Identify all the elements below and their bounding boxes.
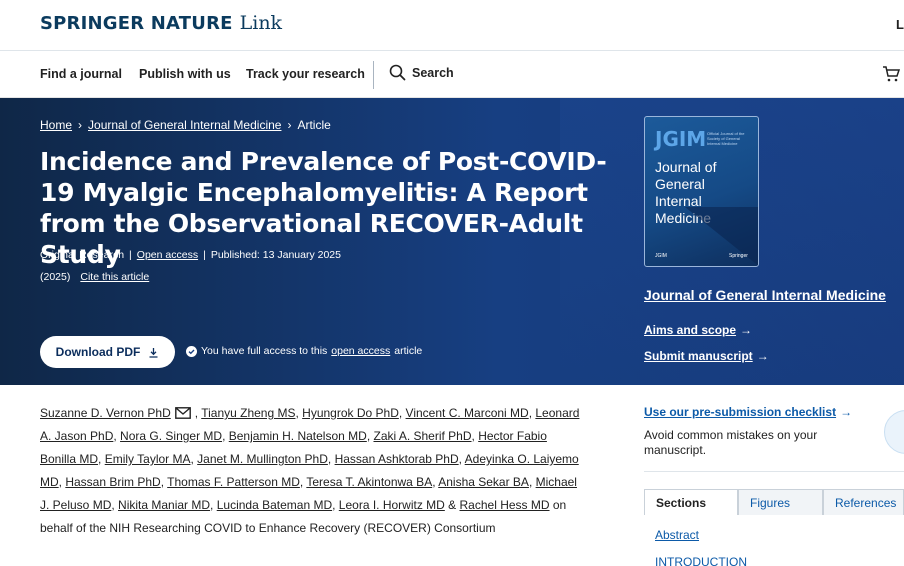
submit-manuscript-link[interactable]: Submit manuscript →: [644, 349, 769, 363]
author-link[interactable]: Teresa T. Akintonwa BA: [306, 475, 432, 489]
chevron-right-icon: ›: [287, 118, 292, 132]
access-note-post: article: [394, 345, 423, 357]
section-link-abstract[interactable]: Abstract: [655, 528, 699, 542]
checklist-illustration-icon: [884, 410, 904, 454]
main-nav: Find a journal Publish with us Track you…: [0, 51, 904, 98]
author-link[interactable]: Hassan Brim PhD: [65, 475, 160, 489]
brand-link-text: Link: [239, 12, 283, 34]
journal-name-link[interactable]: Journal of General Internal Medicine: [644, 287, 886, 303]
checklist-label: Use our pre-submission checklist: [644, 405, 837, 419]
cart-button[interactable]: [882, 65, 901, 88]
cover-abbrev: JGIM: [655, 127, 707, 151]
author-link[interactable]: Vincent C. Marconi MD: [406, 406, 529, 420]
chevron-right-icon: ›: [78, 118, 83, 132]
cover-publisher: Springer: [729, 253, 748, 259]
download-pdf-button[interactable]: Download PDF: [40, 336, 175, 368]
author-link[interactable]: Zaki A. Sherif PhD: [373, 429, 471, 443]
published-date: Published: 13 January 2025: [210, 249, 341, 261]
nav-track-research[interactable]: Track your research: [246, 67, 365, 81]
tab-sections[interactable]: Sections: [644, 489, 738, 515]
article-year: (2025): [40, 271, 71, 283]
download-icon: [149, 347, 158, 358]
journal-cover[interactable]: JGIM Official Journal of the Society of …: [644, 116, 759, 267]
download-pdf-label: Download PDF: [55, 345, 141, 359]
brand-name: SPRINGER NATURE: [40, 13, 233, 34]
tab-references[interactable]: References: [823, 489, 904, 515]
author-link[interactable]: Lucinda Bateman MD: [217, 498, 332, 512]
author-link[interactable]: Janet M. Mullington PhD: [197, 452, 328, 466]
nav-find-journal[interactable]: Find a journal: [40, 67, 122, 81]
access-note-link[interactable]: open access: [331, 345, 390, 357]
meta-separator: |: [129, 249, 132, 261]
open-access-link[interactable]: Open access: [137, 249, 198, 261]
cart-icon: [883, 66, 901, 82]
login-link[interactable]: L: [896, 17, 904, 32]
nav-divider: [373, 61, 374, 89]
presubmission-checklist-link[interactable]: Use our pre-submission checklist →: [644, 405, 852, 419]
author-link[interactable]: Benjamin H. Natelson MD: [229, 429, 367, 443]
access-note-pre: You have full access to this: [201, 345, 328, 357]
breadcrumb-home[interactable]: Home: [40, 118, 72, 132]
author-list: Suzanne D. Vernon PhD, Tianyu Zheng MS, …: [40, 406, 580, 535]
cover-small-text: Official Journal of the Society of Gener…: [707, 131, 745, 146]
access-note: You have full access to this open access…: [186, 345, 422, 357]
author-link[interactable]: Anisha Sekar BA: [438, 475, 529, 489]
breadcrumb-journal[interactable]: Journal of General Internal Medicine: [88, 118, 281, 132]
sidebar-divider: [644, 471, 904, 472]
section-link-introduction[interactable]: INTRODUCTION: [655, 555, 747, 566]
author-link[interactable]: Suzanne D. Vernon PhD: [40, 406, 171, 420]
submit-manuscript-label: Submit manuscript: [644, 349, 753, 363]
breadcrumb: Home › Journal of General Internal Medic…: [40, 118, 331, 132]
arrow-right-icon: →: [840, 405, 853, 419]
article-meta-2: (2025) Cite this article: [40, 271, 149, 283]
author-link[interactable]: Hyungrok Do PhD: [302, 406, 399, 420]
author-link[interactable]: Nora G. Singer MD: [120, 429, 222, 443]
search-button[interactable]: Search: [389, 64, 454, 81]
search-label: Search: [412, 65, 454, 80]
search-icon: [389, 64, 406, 81]
arrow-right-icon: →: [740, 323, 753, 337]
author-link[interactable]: Hassan Ashktorab PhD: [335, 452, 459, 466]
meta-separator: |: [203, 249, 206, 261]
nav-publish[interactable]: Publish with us: [139, 67, 231, 81]
cite-article-link[interactable]: Cite this article: [80, 271, 149, 283]
checklist-description: Avoid common mistakes on your manuscript…: [644, 428, 818, 457]
author-link[interactable]: Tianyu Zheng MS: [201, 406, 295, 420]
springer-nature-logo[interactable]: SPRINGER NATURE Link: [40, 12, 282, 34]
tab-figures[interactable]: Figures: [738, 489, 823, 515]
article-hero: Home › Journal of General Internal Medic…: [0, 98, 904, 385]
check-circle-icon: [186, 345, 197, 357]
article-meta: Original Research | Open access | Publis…: [40, 249, 341, 261]
brand-bar: SPRINGER NATURE Link L: [0, 0, 904, 51]
mail-icon[interactable]: [174, 406, 191, 419]
author-link[interactable]: Thomas F. Patterson MD: [167, 475, 300, 489]
cover-logo: JGIM: [655, 253, 667, 259]
arrow-right-icon: →: [756, 349, 769, 363]
author-link[interactable]: Emily Taylor MA: [105, 452, 191, 466]
aims-scope-label: Aims and scope: [644, 323, 737, 337]
breadcrumb-current: Article: [297, 118, 331, 132]
aims-scope-link[interactable]: Aims and scope →: [644, 323, 752, 337]
author-link[interactable]: Rachel Hess MD: [460, 498, 550, 512]
author-link[interactable]: Nikita Maniar MD: [118, 498, 210, 512]
sidebar-tabs: Sections Figures References: [644, 489, 904, 515]
author-link[interactable]: Leora I. Horwitz MD: [339, 498, 445, 512]
article-type: Original Research: [40, 249, 125, 261]
